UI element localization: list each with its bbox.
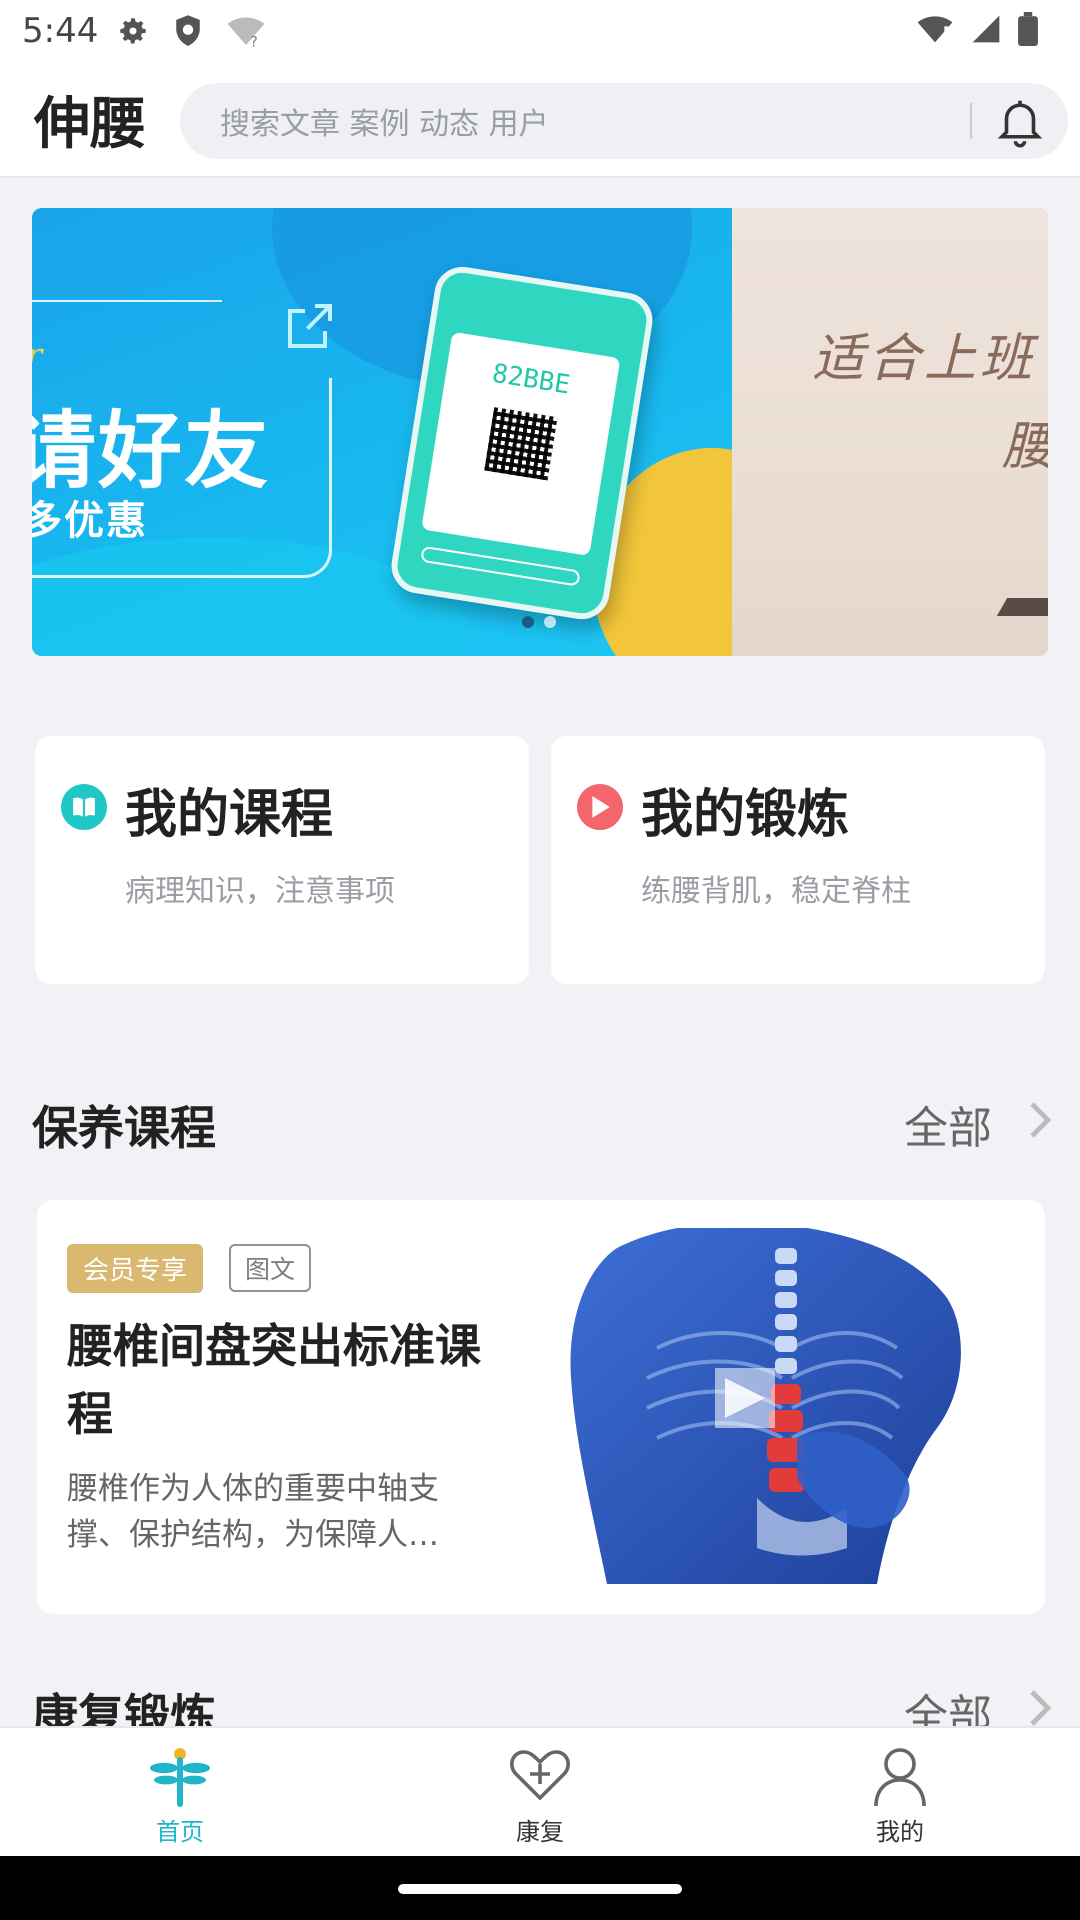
- my-courses-subtitle: 病理知识，注意事项: [125, 874, 395, 909]
- search-placeholder: 搜索文章 案例 动态 用户: [220, 107, 549, 142]
- my-exercise-card[interactable]: 我的锻炼 练腰背肌，稳定脊柱: [551, 736, 1045, 984]
- banner-headline: 请好友: [32, 402, 271, 500]
- wifi-signal-icon: [916, 13, 954, 49]
- banner-carousel[interactable]: r 请好友 多优惠 82BBE 适合上班 腰: [32, 208, 1048, 656]
- search-input[interactable]: 搜索文章 案例 动态 用户: [180, 83, 1068, 159]
- status-bar: 5:44 ?: [0, 0, 1080, 62]
- banner-slide-invite[interactable]: r 请好友 多优惠 82BBE: [32, 208, 732, 656]
- banner2-line2: 腰: [1002, 404, 1048, 479]
- person-icon: [868, 1744, 932, 1812]
- banner-script-text: r: [32, 336, 42, 376]
- my-courses-card[interactable]: 我的课程 病理知识，注意事项: [35, 736, 529, 984]
- carousel-dot[interactable]: [544, 616, 556, 628]
- book-icon: [61, 784, 107, 830]
- settings-gear-icon: [116, 14, 150, 48]
- qr-code-icon: [484, 407, 558, 481]
- play-icon: [577, 784, 623, 830]
- decor-shape: [996, 598, 1048, 616]
- my-exercise-subtitle: 练腰背肌，稳定脊柱: [641, 874, 911, 909]
- invite-code: 82BBE: [490, 358, 573, 401]
- status-time: 5:44: [22, 11, 99, 51]
- my-courses-title: 我的课程: [125, 785, 334, 845]
- phone-button-shape: [420, 545, 581, 587]
- nav-rehab-label: 康复: [516, 1818, 564, 1846]
- share-icon: [278, 296, 342, 360]
- nav-home[interactable]: 首页: [0, 1728, 360, 1856]
- nav-mine-label: 我的: [876, 1818, 924, 1846]
- course-description: 腰椎作为人体的重要中轴支撑、保护结构，为保障人…: [67, 1471, 439, 1553]
- cell-signal-icon: [970, 13, 1002, 49]
- section-title-courses: 保养课程: [32, 1101, 216, 1155]
- my-exercise-title: 我的锻炼: [641, 785, 850, 845]
- vip-badge: 会员专享: [67, 1244, 204, 1293]
- dragonfly-home-icon: [148, 1744, 212, 1812]
- search-divider: [970, 103, 972, 139]
- banner-slide-office[interactable]: 适合上班 腰: [732, 208, 1048, 656]
- battery-icon: [1018, 12, 1038, 50]
- chevron-right-icon[interactable]: [1028, 1100, 1052, 1144]
- view-all-courses-link[interactable]: 全部: [904, 1092, 992, 1156]
- carousel-dot-active[interactable]: [522, 616, 534, 628]
- bottom-nav: 首页 康复 我的: [0, 1726, 1080, 1856]
- app-title: 伸腰: [34, 91, 146, 157]
- decor-line: [32, 300, 222, 302]
- carousel-dots: [522, 616, 556, 628]
- course-card[interactable]: 会员专享 图文 腰椎间盘突出标准课程 腰椎作为人体的重要中轴支撑、保护结构，为保…: [37, 1200, 1045, 1614]
- svg-text:?: ?: [251, 35, 259, 48]
- system-gesture-bar: [0, 1856, 1080, 1920]
- nav-mine[interactable]: 我的: [720, 1728, 1080, 1856]
- banner-subline: 多优惠: [32, 498, 148, 544]
- banner2-line1: 适合上班: [812, 329, 1037, 389]
- section-header-courses: 保养课程 全部: [32, 1092, 1052, 1155]
- nav-home-label: 首页: [156, 1818, 204, 1846]
- course-title: 腰椎间盘突出标准课程: [67, 1319, 481, 1441]
- spine-illustration: [547, 1228, 997, 1584]
- notification-bell-icon[interactable]: [992, 93, 1048, 149]
- home-gesture-handle[interactable]: [398, 1884, 682, 1894]
- content-type-badge: 图文: [229, 1244, 312, 1292]
- shield-icon: [172, 14, 204, 48]
- wifi-unknown-icon: ?: [226, 14, 266, 48]
- heart-plus-icon: [508, 1744, 572, 1808]
- nav-rehab[interactable]: 康复: [360, 1728, 720, 1856]
- app-header: 伸腰 搜索文章 案例 动态 用户: [0, 62, 1080, 178]
- invite-card: 82BBE: [421, 331, 621, 556]
